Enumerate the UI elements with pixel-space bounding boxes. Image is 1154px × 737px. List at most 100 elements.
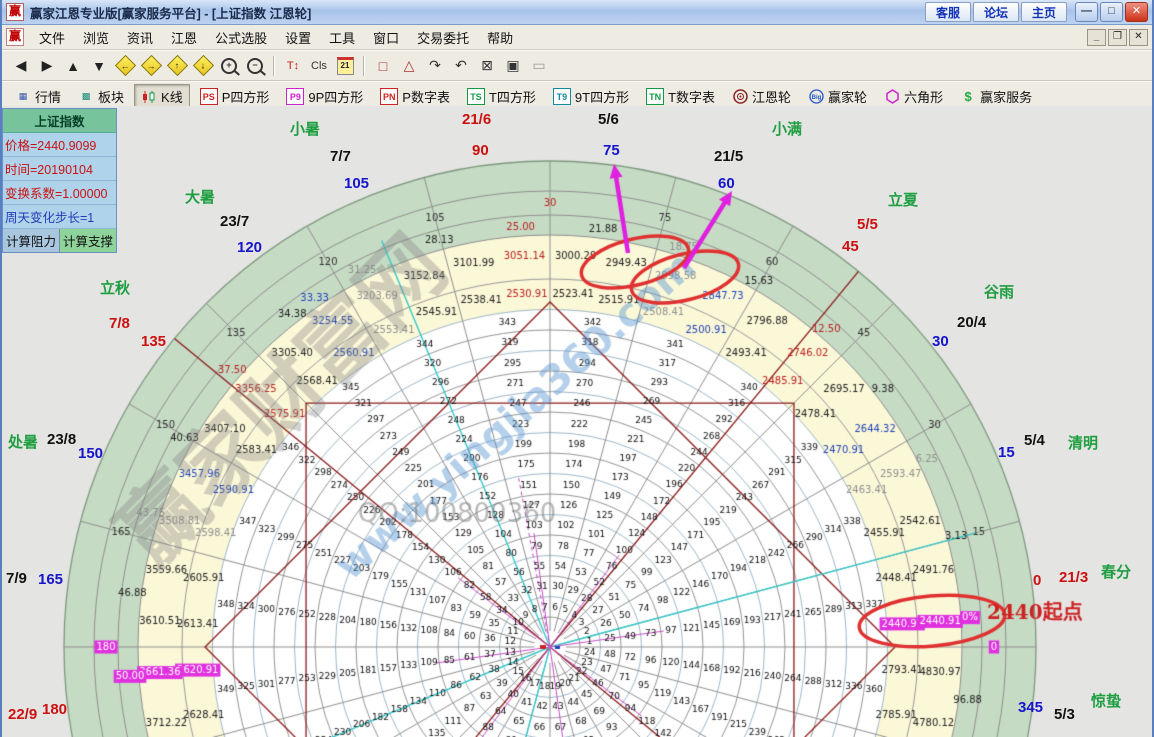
wheel-label-清明: 清明: [1068, 435, 1099, 452]
wheel-label-谷雨: 谷雨: [984, 284, 1015, 301]
mdi-restore-button[interactable]: ❐: [1108, 28, 1127, 46]
mdi-minimize-button[interactable]: _: [1087, 28, 1106, 46]
zoom-out-icon: −: [247, 57, 263, 74]
diamond-right-button[interactable]: →: [139, 54, 163, 78]
wheel-label-21/3: 21/3: [1059, 569, 1089, 586]
menu-bar: 赢 文件 浏览 资讯 江恩 公式选股 设置 工具 窗口 交易委托 帮助 _ ❐ ✕: [2, 25, 1152, 50]
menu-items: 文件 浏览 资讯 江恩 公式选股 设置 工具 窗口 交易委托 帮助: [30, 26, 522, 49]
instrument-fields: 价格=2440.9099 时间=20190104 变换系数=1.00000 周天变化步…: [3, 133, 116, 229]
wheel-label-处暑: 处暑: [8, 434, 39, 451]
cls-button[interactable]: Cls: [307, 54, 331, 78]
wheel-label-7/7: 7/7: [330, 148, 351, 165]
t-table-icon: TN: [646, 88, 665, 105]
triangle-tool-button[interactable]: △: [397, 54, 421, 78]
wheel-label-22/9: 22/9: [8, 706, 38, 723]
wheel-label-21/5: 21/5: [714, 148, 744, 165]
zoom-out-button[interactable]: −: [243, 54, 267, 78]
wheel-label-21/6: 21/6: [462, 111, 492, 128]
menu-item-江恩[interactable]: 江恩: [162, 26, 206, 49]
quick-button-home[interactable]: 主页: [1020, 2, 1067, 22]
minimize-button[interactable]: —: [1075, 2, 1098, 22]
wheel-label-60: 60: [718, 175, 735, 192]
view-9p-square-label: 9P四方形: [308, 90, 364, 105]
diamond-up-button[interactable]: ↑: [165, 54, 189, 78]
wheel-label-180: 180: [42, 701, 68, 718]
view-gann-wheel-label: 江恩轮: [752, 90, 792, 105]
menu-item-窗口[interactable]: 窗口: [364, 26, 408, 49]
peak-down-button[interactable]: ▼: [87, 54, 111, 78]
gann-wheel-icon: [732, 89, 748, 104]
wheel-label-立秋: 立秋: [100, 280, 131, 297]
wheel-label-30: 30: [932, 333, 949, 350]
view-p-square-label: P四方形: [221, 90, 270, 105]
quick-button-group: 客服 论坛 主页: [924, 2, 1069, 22]
peak-up-button[interactable]: ▲: [61, 54, 85, 78]
close-button[interactable]: ✕: [1125, 2, 1148, 22]
wheel-label-90: 90: [472, 142, 489, 159]
wheel-label-23/8: 23/8: [47, 431, 77, 448]
kline-icon: [141, 89, 157, 104]
view-9t-square-label: 9T四方形: [574, 90, 630, 105]
wheel-label-23/7: 23/7: [220, 213, 250, 230]
menu-item-交易委托[interactable]: 交易委托: [408, 26, 478, 49]
calc-resistance-button[interactable]: 计算阻力: [3, 229, 60, 252]
wheel-label-5/3: 5/3: [1054, 706, 1075, 723]
winner-service-icon: $: [964, 89, 972, 104]
display-button[interactable]: ▭: [527, 54, 551, 78]
diamond-down-icon: ↓: [192, 54, 214, 77]
wheel-label-345: 345: [1018, 699, 1044, 716]
wheel-label-5/6: 5/6: [598, 111, 619, 128]
box-x-button[interactable]: ⊠: [475, 54, 499, 78]
forward-button[interactable]: ▶: [35, 54, 59, 78]
instrument-panel: 上证指数 价格=2440.9099 时间=20190104 变换系数=1.00000…: [2, 108, 117, 253]
svg-text:Big: Big: [811, 95, 821, 101]
gann-wheel-canvas[interactable]: [2, 106, 1152, 737]
diamond-left-button[interactable]: ←: [113, 54, 137, 78]
wheel-label-15: 15: [998, 444, 1015, 461]
diamond-down-button[interactable]: ↓: [191, 54, 215, 78]
calendar-button[interactable]: 21: [333, 54, 357, 78]
wheel-label-7/8: 7/8: [109, 315, 130, 332]
wheel-label-惊蛰: 惊蛰: [1091, 693, 1122, 710]
calc-support-button[interactable]: 计算支撑: [60, 229, 116, 252]
zoom-in-button[interactable]: +: [217, 54, 241, 78]
mdi-window-controls: _ ❐ ✕: [1085, 28, 1148, 46]
rotate-cw-button[interactable]: ↷: [423, 54, 447, 78]
wheel-label-小暑: 小暑: [290, 121, 321, 138]
menu-item-公式选股[interactable]: 公式选股: [206, 26, 276, 49]
maximize-button[interactable]: □: [1100, 2, 1123, 22]
fit-center-button[interactable]: ▣: [501, 54, 525, 78]
chart-area: 小暑 7/7 105 大暑 23/7 120 立秋 7/8 135 处暑 23/8 150 7/9 165…: [2, 106, 1152, 737]
quick-button-forum[interactable]: 论坛: [972, 2, 1019, 22]
menu-item-帮助[interactable]: 帮助: [478, 26, 522, 49]
diamond-right-icon: →: [140, 54, 162, 77]
back-button[interactable]: ◀: [9, 54, 33, 78]
title-bar: 赢 赢家江恩专业版[赢家服务平台] - [上证指数 江恩轮] 客服 论坛 主页 — □…: [2, 0, 1152, 25]
menu-item-资讯[interactable]: 资讯: [118, 26, 162, 49]
view-hexagon-label: 六角形: [904, 90, 944, 105]
winner-wheel-icon: Big: [808, 89, 824, 104]
wheel-label-春分: 春分: [1101, 564, 1132, 581]
wheel-label-5/4: 5/4: [1024, 432, 1045, 449]
menu-item-工具[interactable]: 工具: [320, 26, 364, 49]
rotate-ccw-button[interactable]: ↶: [449, 54, 473, 78]
menu-item-设置[interactable]: 设置: [276, 26, 320, 49]
toolbar-separator: [273, 55, 275, 76]
wheel-label-75: 75: [603, 142, 620, 159]
rect-tool-button[interactable]: □: [371, 54, 395, 78]
application-window: 赢 赢家江恩专业版[赢家服务平台] - [上证指数 江恩轮] 客服 论坛 主页 — □…: [0, 0, 1154, 737]
quick-button-service[interactable]: 客服: [924, 2, 971, 22]
p-table-icon: PN: [380, 88, 399, 105]
panel-field-1: 时间=20190104: [3, 157, 116, 181]
wheel-label-0: 0: [1033, 572, 1042, 589]
menu-item-文件[interactable]: 文件: [30, 26, 74, 49]
time-updown-button[interactable]: T↕: [281, 54, 305, 78]
menu-item-浏览[interactable]: 浏览: [74, 26, 118, 49]
window-controls: — □ ✕: [1073, 2, 1148, 22]
wheel-label-150: 150: [78, 445, 104, 462]
mdi-close-button[interactable]: ✕: [1129, 28, 1148, 46]
9p-square-icon: P9: [286, 88, 305, 105]
instrument-name: 上证指数: [3, 109, 116, 133]
zoom-in-icon: +: [221, 57, 237, 74]
view-kline-label: K线: [161, 90, 183, 105]
